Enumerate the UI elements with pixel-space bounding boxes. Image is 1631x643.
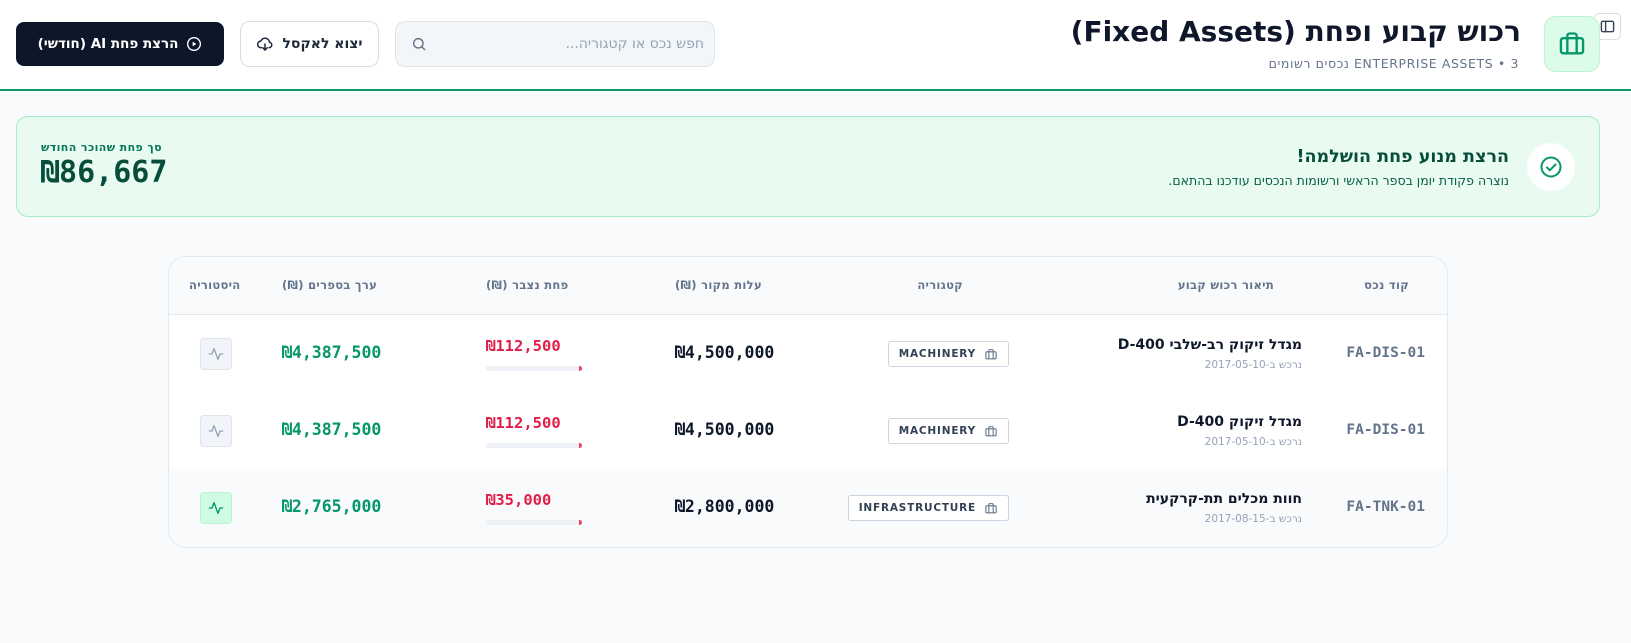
header-description: תיאור רכוש קבוע xyxy=(1177,278,1274,292)
asset-code: FA-TNK-01 xyxy=(1346,499,1425,515)
app-logo xyxy=(1544,16,1600,72)
original-cost: ₪4,500,000 xyxy=(675,420,775,439)
category-badge: MACHINERY xyxy=(887,418,1009,444)
play-circle-icon xyxy=(187,37,202,51)
history-button[interactable] xyxy=(200,492,232,524)
accumulated-depreciation: ₪112,500 xyxy=(486,337,561,355)
search-box[interactable] xyxy=(395,21,715,67)
asset-description: מגדל זיקוק D-400 xyxy=(1177,414,1302,430)
banner-title: הרצת מנוע פחת הושלמה! xyxy=(1296,147,1509,167)
page-subtitle: ENTERPRISE ASSETS • 3 נכסים רשומים xyxy=(1268,56,1519,71)
page-header: רכוש קבוע ופחת (Fixed Assets) ENTERPRISE… xyxy=(0,0,1631,91)
banner-text: נוצרה פקודת יומן בספר הראשי ורשומות הנכס… xyxy=(1168,173,1509,188)
category-label: MACHINERY xyxy=(898,425,976,437)
original-cost: ₪4,500,000 xyxy=(675,343,775,362)
briefcase-icon xyxy=(1559,32,1585,55)
activity-icon xyxy=(208,502,224,514)
monthly-depreciation-amount: ₪86,667 xyxy=(41,155,168,190)
sidebar-toggle-icon xyxy=(1600,20,1615,33)
success-banner: הרצת מנוע פחת הושלמה! נוצרה פקודת יומן ב… xyxy=(16,116,1600,217)
table-header: קוד נכס תיאור רכוש קבוע קטגוריה עלות מקו… xyxy=(169,257,1447,315)
depreciation-progress-bar xyxy=(486,520,582,525)
header-cost: עלות מקור (₪) xyxy=(675,278,762,292)
history-button[interactable] xyxy=(200,338,232,370)
cloud-download-icon xyxy=(257,37,273,51)
header-depreciation: פחת נצבר (₪) xyxy=(486,278,569,292)
asset-code: FA-DIS-01 xyxy=(1346,345,1425,361)
briefcase-icon xyxy=(985,425,997,436)
book-value: ₪4,387,500 xyxy=(282,420,382,439)
check-circle-icon xyxy=(1540,156,1562,178)
success-indicator xyxy=(1527,143,1575,191)
header-history: היסטוריה xyxy=(189,278,241,292)
acquisition-date: נרכש ב-2017-05-10 xyxy=(1204,359,1302,371)
briefcase-icon xyxy=(985,348,997,359)
acquisition-date: נרכש ב-2017-08-15 xyxy=(1204,513,1302,525)
depreciation-progress-fill xyxy=(579,520,582,525)
asset-description: מגדל זיקוק רב-שלבי D-400 xyxy=(1117,337,1302,353)
book-value: ₪2,765,000 xyxy=(282,497,382,516)
search-icon xyxy=(412,37,426,51)
header-code: קוד נכס xyxy=(1364,278,1409,292)
category-label: MACHINERY xyxy=(898,348,976,360)
depreciation-progress-bar xyxy=(486,366,582,371)
depreciation-progress-bar xyxy=(486,443,582,448)
header-category: קטגוריה xyxy=(917,278,963,292)
category-badge: INFRASTRUCTURE xyxy=(847,495,1009,521)
category-label: INFRASTRUCTURE xyxy=(858,502,976,514)
category-badge: MACHINERY xyxy=(887,341,1009,367)
run-depreciation-button[interactable]: הרצת פחת AI (חודשי) xyxy=(16,22,224,66)
asset-code: FA-DIS-01 xyxy=(1346,422,1425,438)
accumulated-depreciation: ₪112,500 xyxy=(486,414,561,432)
history-button[interactable] xyxy=(200,415,232,447)
table-row[interactable]: FA-DIS-01 מגדל זיקוק D-400 נרכש ב-2017-0… xyxy=(169,392,1447,469)
export-label: יצוא לאקסל xyxy=(282,36,363,52)
acquisition-date: נרכש ב-2017-05-10 xyxy=(1204,436,1302,448)
search-input[interactable] xyxy=(436,22,704,66)
activity-icon xyxy=(208,348,224,360)
briefcase-icon xyxy=(985,502,997,513)
table-row[interactable]: FA-DIS-01 מגדל זיקוק רב-שלבי D-400 נרכש … xyxy=(169,315,1447,392)
export-excel-button[interactable]: יצוא לאקסל xyxy=(240,21,379,67)
run-label: הרצת פחת AI (חודשי) xyxy=(37,36,179,52)
asset-description: חוות מכלים תת-קרקעית xyxy=(1146,491,1302,507)
page-title: רכוש קבוע ופחת (Fixed Assets) xyxy=(1070,15,1521,48)
assets-table: קוד נכס תיאור רכוש קבוע קטגוריה עלות מקו… xyxy=(168,256,1448,548)
header-book-value: ערך בספרים (₪) xyxy=(282,278,378,292)
depreciation-progress-fill xyxy=(579,443,582,448)
book-value: ₪4,387,500 xyxy=(282,343,382,362)
accumulated-depreciation: ₪35,000 xyxy=(486,491,552,509)
monthly-depreciation-label: סך פחת שהוכר החודש xyxy=(41,141,163,154)
depreciation-progress-fill xyxy=(579,366,582,371)
activity-icon xyxy=(208,425,224,437)
table-row[interactable]: FA-TNK-01 חוות מכלים תת-קרקעית נרכש ב-20… xyxy=(169,469,1447,546)
original-cost: ₪2,800,000 xyxy=(675,497,775,516)
